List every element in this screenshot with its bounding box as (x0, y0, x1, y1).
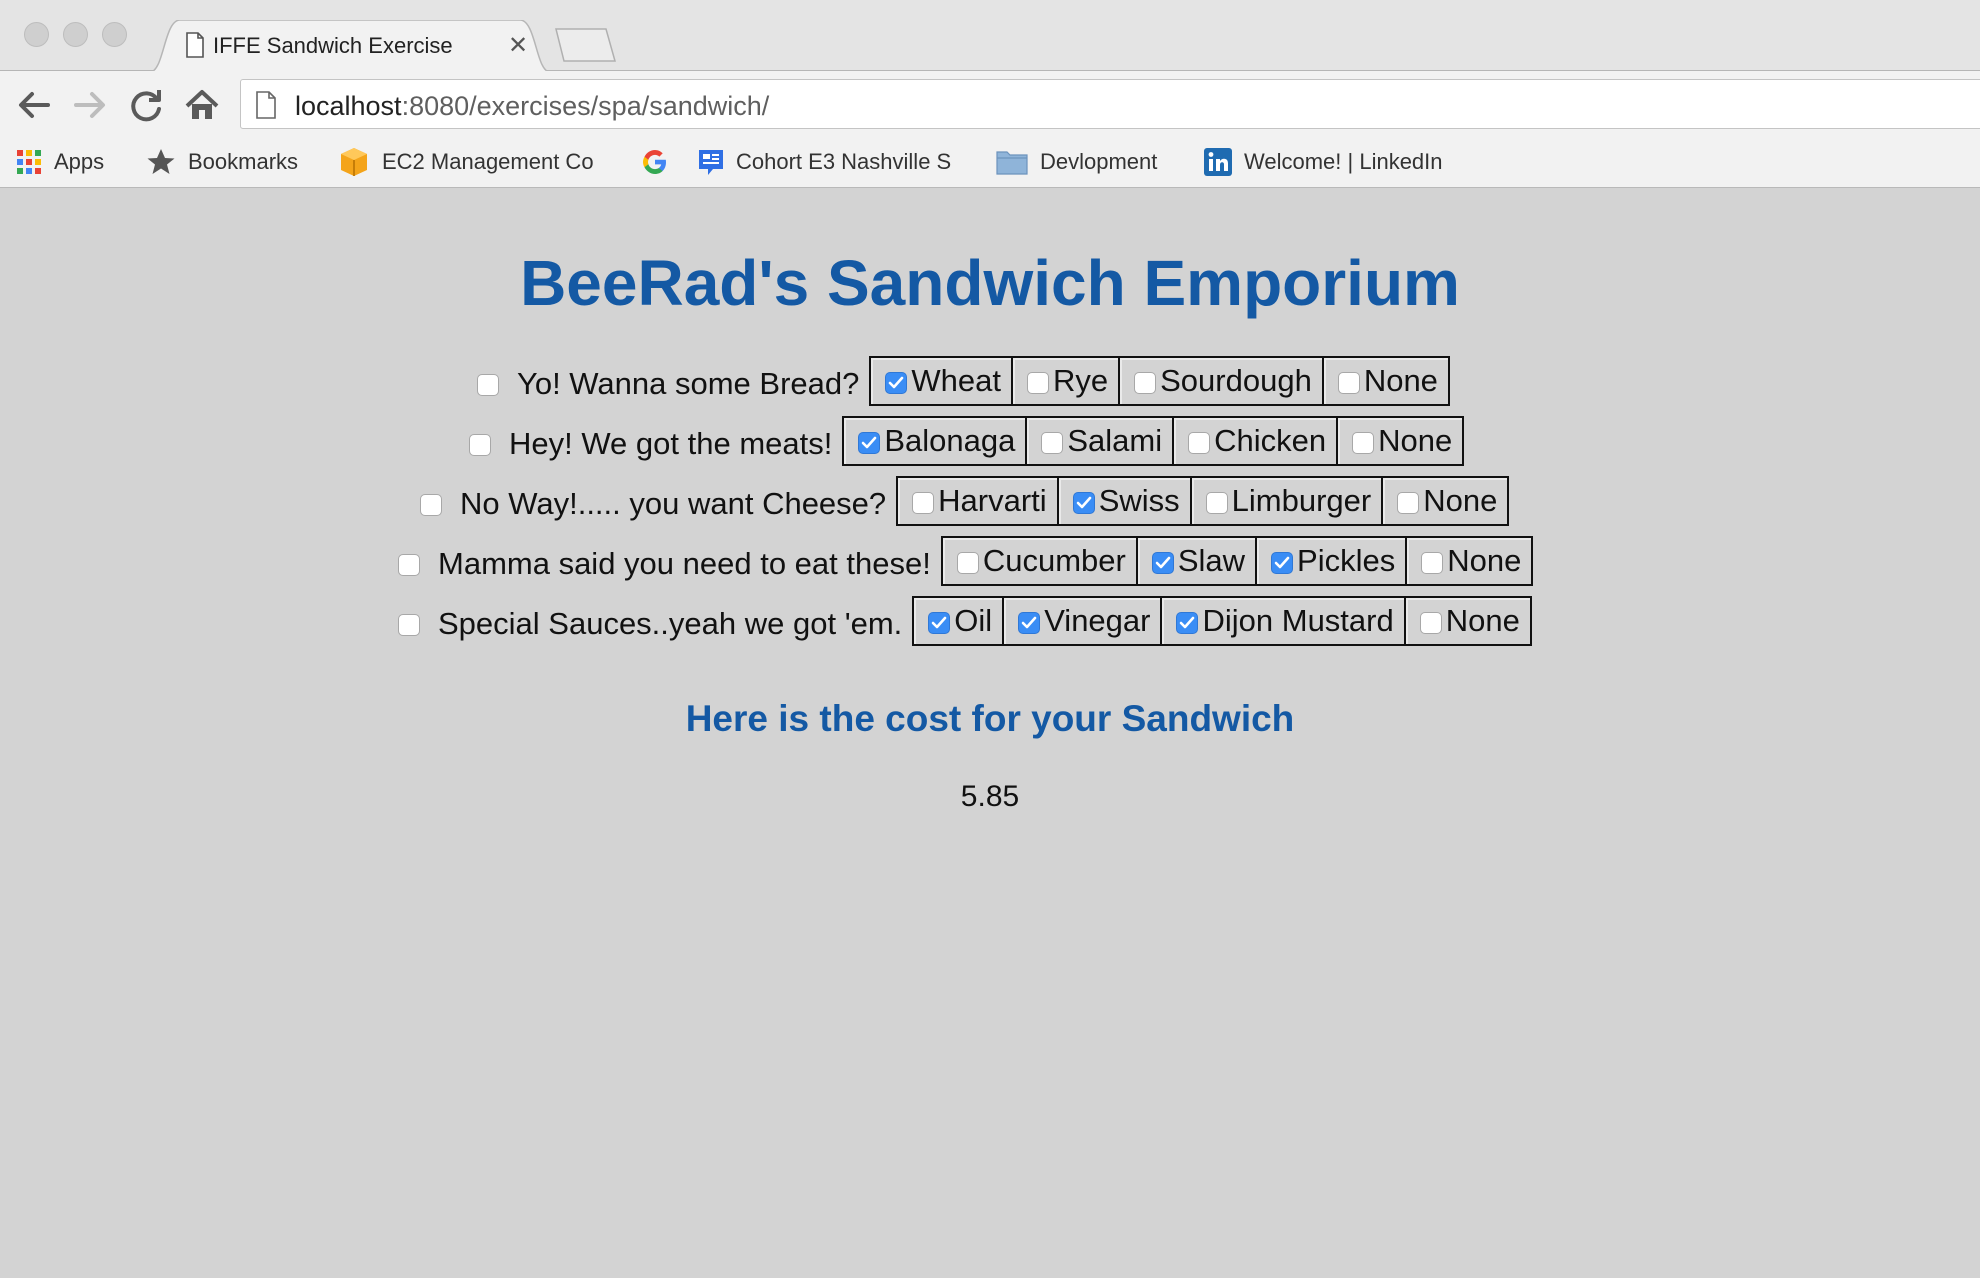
bread-row: Yo! Wanna some Bread? Wheat Rye Sourdoug… (477, 356, 1450, 406)
aws-cube-icon (338, 146, 370, 178)
vinegar-checkbox[interactable] (1018, 612, 1041, 634)
sauce-none-checkbox[interactable] (1419, 612, 1442, 634)
slaw-checkbox[interactable] (1151, 552, 1174, 574)
option-chicken[interactable]: Chicken (1172, 418, 1336, 464)
bookmark-cohort[interactable]: Cohort E3 Nashville S (698, 144, 966, 180)
dijon-mustard-checkbox[interactable] (1176, 612, 1199, 634)
close-tab-icon[interactable]: ✕ (508, 31, 528, 60)
page-title: BeeRad's Sandwich Emporium (520, 247, 1460, 319)
veggie-row-label: Mamma said you need to eat these! (438, 546, 931, 581)
bookmark-google[interactable] (640, 144, 682, 180)
url-text: localhost:8080/exercises/spa/sandwich/ (295, 91, 770, 121)
meat-row-checkbox[interactable] (469, 434, 491, 456)
option-sourdough[interactable]: Sourdough (1118, 358, 1322, 404)
cheese-row-label: No Way!..... you want Cheese? (460, 486, 887, 521)
option-rye[interactable]: Rye (1010, 358, 1118, 404)
apps-grid-icon (16, 149, 42, 175)
bookmark-linkedin[interactable]: Welcome! | LinkedIn (1204, 144, 1443, 180)
browser-chrome: IFFE Sandwich Exercise ✕ localhost:8080/… (0, 0, 1980, 188)
sauce-row-checkbox[interactable] (398, 614, 420, 636)
cheese-none-checkbox[interactable] (1397, 492, 1420, 514)
option-slaw[interactable]: Slaw (1135, 538, 1255, 584)
option-sauce-none[interactable]: None (1403, 598, 1530, 644)
balonaga-checkbox[interactable] (858, 432, 881, 454)
bread-none-checkbox[interactable] (1337, 372, 1360, 394)
meat-row: Hey! We got the meats! Balonaga Salami C… (469, 416, 1465, 466)
meat-none-checkbox[interactable] (1352, 432, 1375, 454)
tab-title: IFFE Sandwich Exercise (213, 33, 453, 58)
option-cucumber[interactable]: Cucumber (943, 538, 1136, 584)
option-wheat[interactable]: Wheat (871, 358, 1011, 404)
veggie-row-checkbox[interactable] (398, 554, 420, 576)
option-cheese-none[interactable]: None (1381, 478, 1507, 524)
meat-row-label: Hey! We got the meats! (509, 426, 833, 461)
star-icon (146, 147, 176, 177)
back-arrow-icon[interactable] (14, 85, 54, 125)
option-meat-none[interactable]: None (1336, 418, 1462, 464)
option-veggie-none[interactable]: None (1405, 538, 1531, 584)
option-pickles[interactable]: Pickles (1255, 538, 1405, 584)
chicken-checkbox[interactable] (1188, 432, 1211, 454)
salami-checkbox[interactable] (1041, 432, 1064, 454)
bookmark-development[interactable]: Devlopment (996, 144, 1157, 180)
google-g-icon (640, 147, 670, 177)
toolbar: localhost:8080/exercises/spa/sandwich/ (0, 71, 1980, 137)
veggie-options: Cucumber Slaw Pickles None (940, 536, 1534, 586)
cheese-row-checkbox[interactable] (420, 494, 442, 516)
sauce-row-label: Special Sauces..yeah we got 'em. (438, 606, 903, 641)
cost-heading: Here is the cost for your Sandwich (685, 698, 1295, 739)
reload-icon[interactable] (126, 85, 166, 125)
pickles-checkbox[interactable] (1271, 552, 1294, 574)
page-content: BeeRad's Sandwich Emporium Yo! Wanna som… (0, 188, 1980, 1278)
bread-row-label: Yo! Wanna some Bread? (517, 366, 860, 401)
wheat-checkbox[interactable] (885, 372, 908, 394)
veggie-none-checkbox[interactable] (1421, 552, 1444, 574)
option-vinegar[interactable]: Vinegar (1002, 598, 1160, 644)
limburger-checkbox[interactable] (1205, 492, 1228, 514)
rye-checkbox[interactable] (1026, 372, 1049, 394)
veggie-row: Mamma said you need to eat these! Cucumb… (398, 536, 1534, 586)
cost-value: 5.85 (960, 780, 1020, 813)
page-info-icon[interactable] (255, 91, 277, 124)
sourdough-checkbox[interactable] (1134, 372, 1157, 394)
home-icon[interactable] (182, 85, 222, 125)
tab-strip: IFFE Sandwich Exercise ✕ (0, 0, 1980, 72)
option-balonaga[interactable]: Balonaga (844, 418, 1025, 464)
slides-icon (698, 147, 724, 177)
bookmarks-bar: Apps Bookmarks EC2 Management Co Cohort … (0, 137, 1980, 187)
close-window-button[interactable] (24, 22, 49, 47)
minimize-window-button[interactable] (63, 22, 88, 47)
option-salami[interactable]: Salami (1025, 418, 1172, 464)
tab-active[interactable]: IFFE Sandwich Exercise ✕ (150, 20, 550, 72)
forward-arrow-icon[interactable] (70, 85, 110, 125)
cheese-options: Harvarti Swiss Limburger None (896, 476, 1510, 526)
harvarti-checkbox[interactable] (912, 492, 935, 514)
linkedin-icon (1204, 148, 1232, 176)
option-swiss[interactable]: Swiss (1056, 478, 1190, 524)
option-harvarti[interactable]: Harvarti (898, 478, 1057, 524)
folder-icon (996, 148, 1028, 176)
option-bread-none[interactable]: None (1321, 358, 1448, 404)
bookmark-apps[interactable]: Apps (16, 144, 104, 180)
sauce-row: Special Sauces..yeah we got 'em. Oil Vin… (398, 596, 1532, 646)
page-icon (185, 32, 205, 63)
cucumber-checkbox[interactable] (956, 552, 979, 574)
bookmark-ec2[interactable]: EC2 Management Co (338, 144, 604, 180)
oil-checkbox[interactable] (928, 612, 951, 634)
new-tab-button[interactable] (552, 28, 618, 67)
bookmark-bookmarks[interactable]: Bookmarks (146, 144, 298, 180)
address-bar[interactable]: localhost:8080/exercises/spa/sandwich/ (240, 79, 1980, 129)
option-dijon-mustard[interactable]: Dijon Mustard (1160, 598, 1403, 644)
swiss-checkbox[interactable] (1072, 492, 1095, 514)
sauce-options: Oil Vinegar Dijon Mustard None (912, 596, 1532, 646)
bread-options: Wheat Rye Sourdough None (869, 356, 1450, 406)
meat-options: Balonaga Salami Chicken None (842, 416, 1465, 466)
option-oil[interactable]: Oil (914, 598, 1002, 644)
cheese-row: No Way!..... you want Cheese? Harvarti S… (420, 476, 1510, 526)
maximize-window-button[interactable] (102, 22, 127, 47)
option-limburger[interactable]: Limburger (1189, 478, 1382, 524)
bread-row-checkbox[interactable] (477, 374, 499, 396)
